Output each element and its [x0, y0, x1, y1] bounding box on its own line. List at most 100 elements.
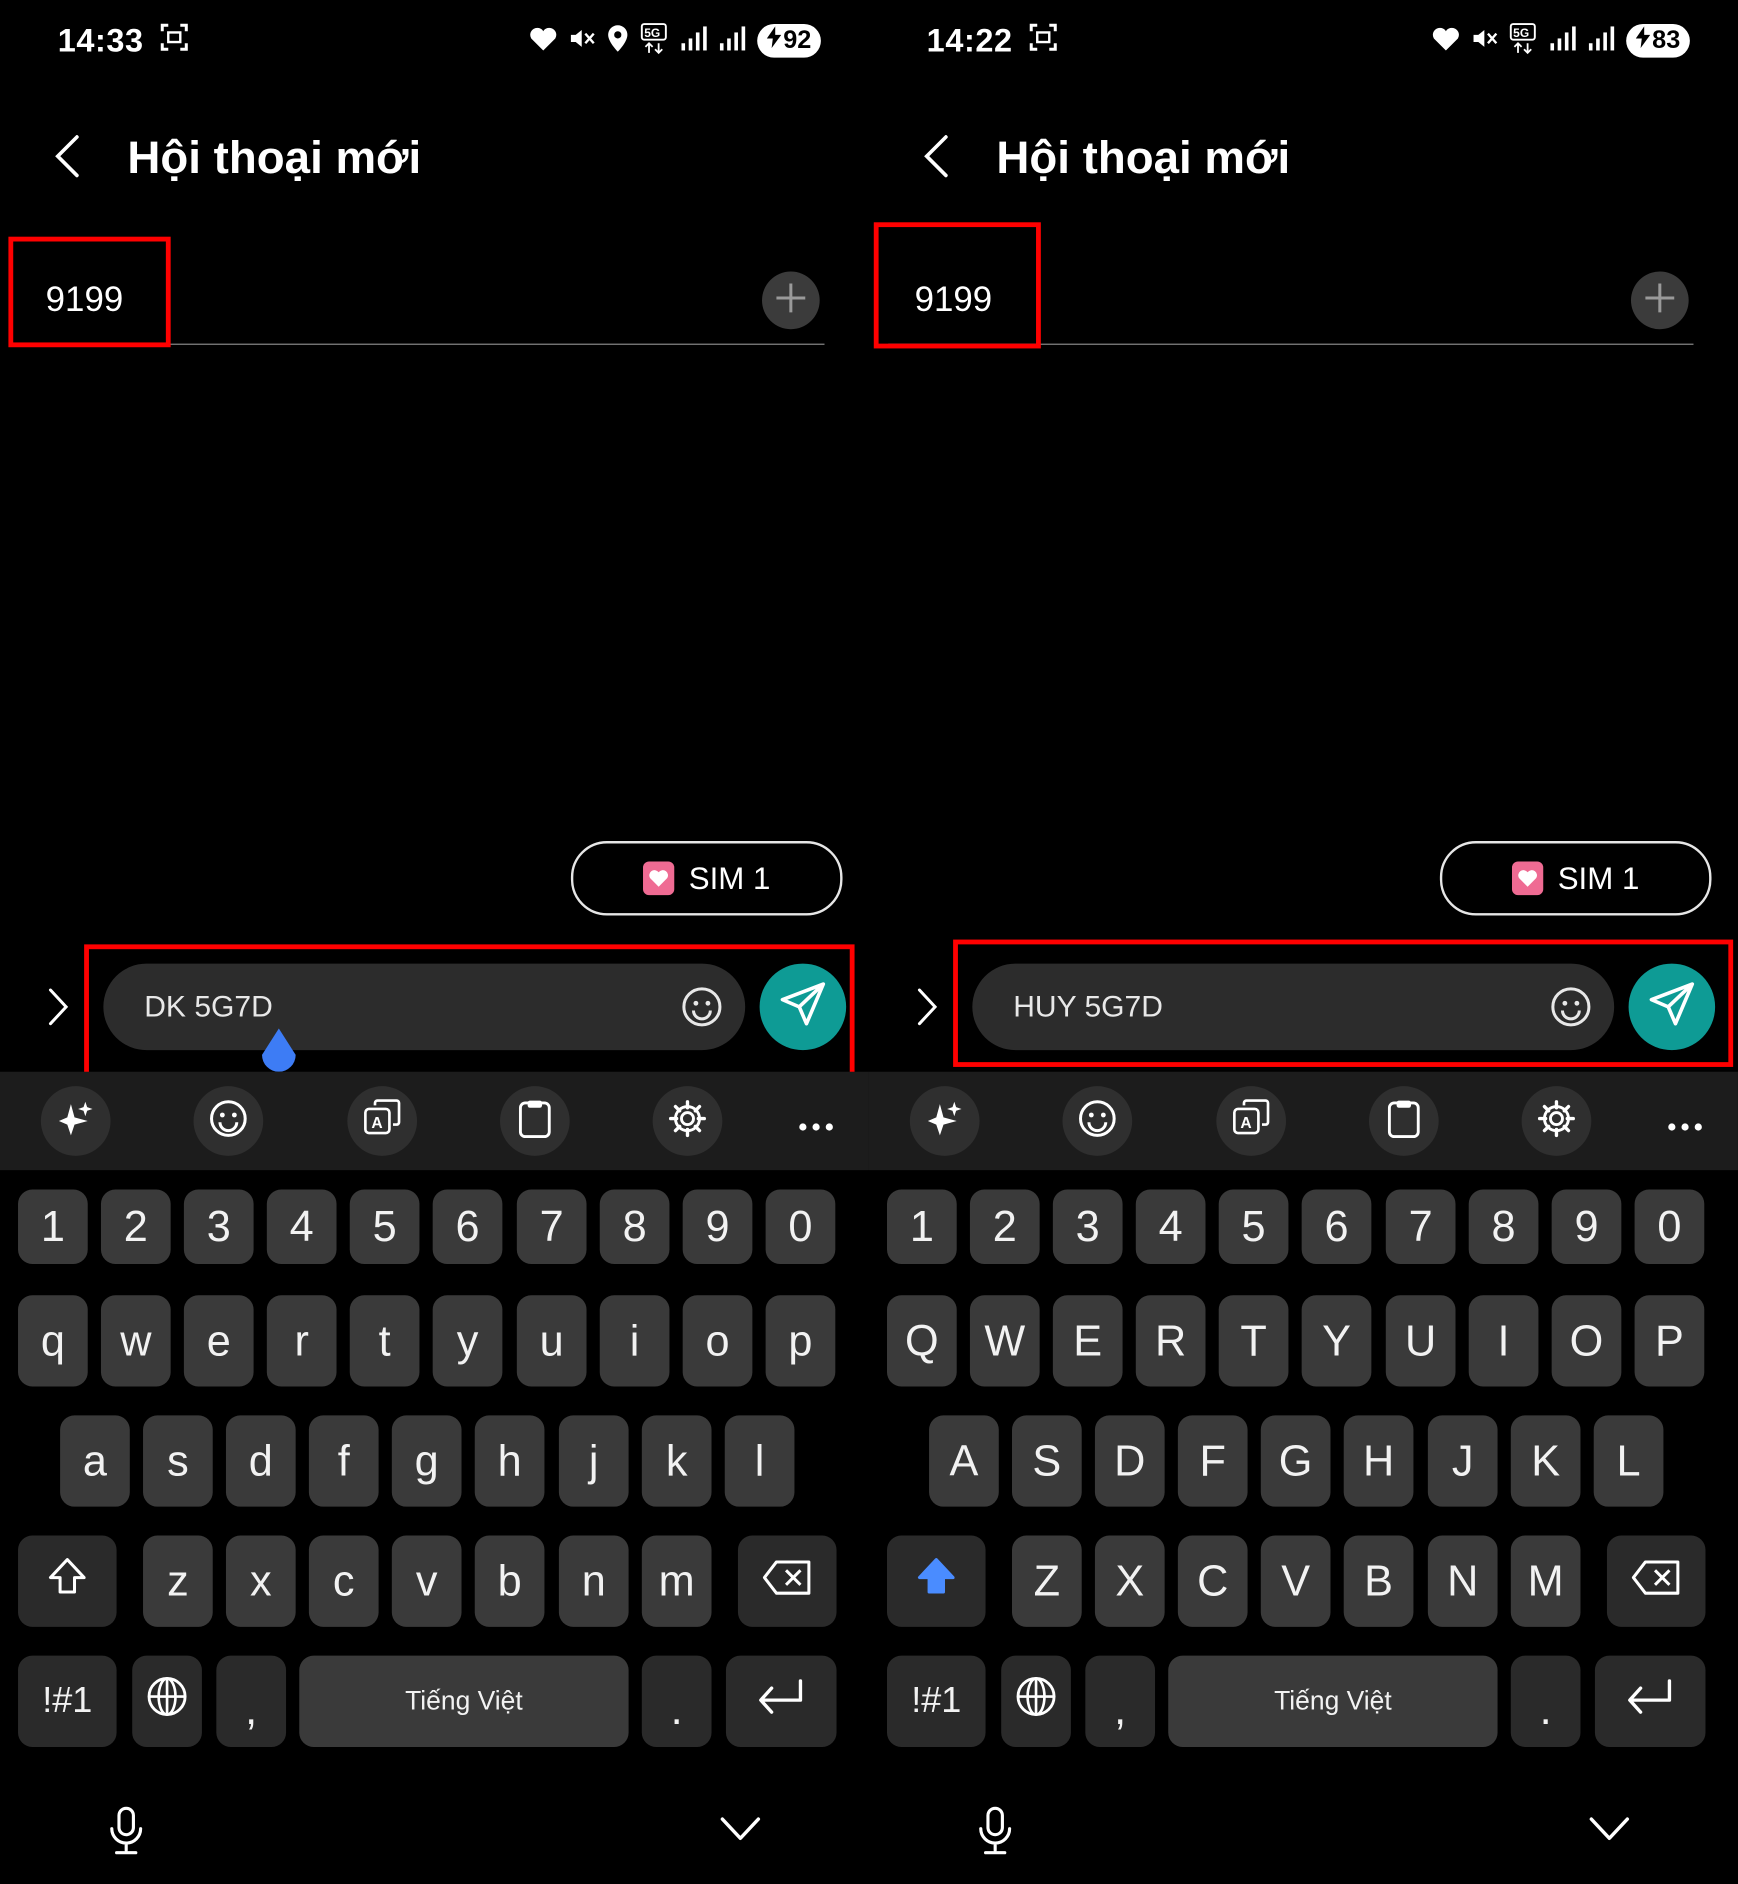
- key-x[interactable]: x: [225, 1535, 296, 1627]
- key-p[interactable]: P: [1634, 1295, 1705, 1387]
- key-a[interactable]: a: [60, 1415, 130, 1507]
- key-k[interactable]: k: [641, 1415, 712, 1507]
- comma-key[interactable]: ,: [1085, 1655, 1156, 1747]
- key-a[interactable]: A: [929, 1415, 999, 1507]
- key-6[interactable]: 6: [432, 1189, 503, 1264]
- key-6[interactable]: 6: [1301, 1189, 1372, 1264]
- key-9[interactable]: 9: [682, 1189, 753, 1264]
- key-b[interactable]: b: [474, 1535, 545, 1627]
- backspace-key[interactable]: [1606, 1535, 1706, 1627]
- key-e[interactable]: e: [183, 1295, 254, 1387]
- language-key[interactable]: [1001, 1655, 1071, 1747]
- key-h[interactable]: h: [474, 1415, 545, 1507]
- back-icon[interactable]: [917, 132, 953, 186]
- key-2[interactable]: 2: [100, 1189, 171, 1264]
- clipboard-button[interactable]: [1368, 1086, 1439, 1156]
- key-j[interactable]: j: [558, 1415, 629, 1507]
- shift-key[interactable]: [887, 1535, 986, 1627]
- expand-icon[interactable]: [43, 983, 72, 1037]
- period-key[interactable]: .: [641, 1655, 712, 1747]
- emoji-toolbar-button[interactable]: [193, 1086, 264, 1156]
- key-3[interactable]: 3: [1052, 1189, 1123, 1264]
- backspace-key[interactable]: [737, 1535, 837, 1627]
- key-9[interactable]: 9: [1551, 1189, 1622, 1264]
- key-n[interactable]: n: [558, 1535, 629, 1627]
- key-y[interactable]: y: [432, 1295, 503, 1387]
- enter-key[interactable]: [725, 1655, 837, 1747]
- mic-icon[interactable]: [975, 1805, 1016, 1864]
- key-0[interactable]: 0: [765, 1189, 836, 1264]
- key-t[interactable]: t: [349, 1295, 420, 1387]
- key-7[interactable]: 7: [1385, 1189, 1456, 1264]
- key-s[interactable]: s: [143, 1415, 213, 1507]
- hide-keyboard-icon[interactable]: [1588, 1814, 1631, 1849]
- key-7[interactable]: 7: [516, 1189, 587, 1264]
- sim-selector-button[interactable]: SIM 1: [570, 841, 843, 916]
- key-8[interactable]: 8: [1468, 1189, 1539, 1264]
- settings-button[interactable]: [652, 1086, 723, 1156]
- key-d[interactable]: D: [1094, 1415, 1165, 1507]
- period-key[interactable]: .: [1510, 1655, 1581, 1747]
- key-z[interactable]: z: [143, 1535, 213, 1627]
- hide-keyboard-icon[interactable]: [719, 1814, 762, 1849]
- key-r[interactable]: r: [266, 1295, 337, 1387]
- shift-key[interactable]: [18, 1535, 117, 1627]
- key-l[interactable]: L: [1593, 1415, 1664, 1507]
- key-o[interactable]: o: [682, 1295, 753, 1387]
- key-f[interactable]: F: [1177, 1415, 1248, 1507]
- key-0[interactable]: 0: [1634, 1189, 1705, 1264]
- key-q[interactable]: Q: [887, 1295, 957, 1387]
- key-e[interactable]: E: [1052, 1295, 1123, 1387]
- key-n[interactable]: N: [1427, 1535, 1498, 1627]
- key-q[interactable]: q: [18, 1295, 88, 1387]
- key-m[interactable]: M: [1510, 1535, 1581, 1627]
- key-v[interactable]: v: [391, 1535, 462, 1627]
- key-4[interactable]: 4: [1135, 1189, 1206, 1264]
- key-x[interactable]: X: [1094, 1535, 1165, 1627]
- key-5[interactable]: 5: [1218, 1189, 1289, 1264]
- key-8[interactable]: 8: [599, 1189, 670, 1264]
- expand-icon[interactable]: [912, 983, 941, 1037]
- key-b[interactable]: B: [1343, 1535, 1414, 1627]
- ai-button[interactable]: [40, 1086, 111, 1156]
- enter-key[interactable]: [1594, 1655, 1706, 1747]
- key-w[interactable]: w: [100, 1295, 171, 1387]
- key-w[interactable]: W: [969, 1295, 1040, 1387]
- language-key[interactable]: [132, 1655, 202, 1747]
- key-s[interactable]: S: [1011, 1415, 1082, 1507]
- sim-selector-button[interactable]: SIM 1: [1439, 841, 1712, 916]
- space-key[interactable]: Tiếng Việt: [1168, 1655, 1498, 1747]
- add-recipient-button[interactable]: [762, 271, 820, 330]
- key-i[interactable]: I: [1468, 1295, 1539, 1387]
- key-k[interactable]: K: [1510, 1415, 1581, 1507]
- comma-key[interactable]: ,: [216, 1655, 287, 1747]
- space-key[interactable]: Tiếng Việt: [299, 1655, 629, 1747]
- back-icon[interactable]: [48, 132, 84, 186]
- more-button[interactable]: [784, 1091, 849, 1151]
- clipboard-button[interactable]: [499, 1086, 570, 1156]
- emoji-toolbar-button[interactable]: [1062, 1086, 1133, 1156]
- key-f[interactable]: f: [308, 1415, 379, 1507]
- key-u[interactable]: u: [516, 1295, 587, 1387]
- key-l[interactable]: l: [724, 1415, 795, 1507]
- key-g[interactable]: G: [1260, 1415, 1331, 1507]
- key-c[interactable]: C: [1177, 1535, 1248, 1627]
- key-g[interactable]: g: [391, 1415, 462, 1507]
- key-y[interactable]: Y: [1301, 1295, 1372, 1387]
- key-5[interactable]: 5: [349, 1189, 420, 1264]
- key-r[interactable]: R: [1135, 1295, 1206, 1387]
- key-t[interactable]: T: [1218, 1295, 1289, 1387]
- key-d[interactable]: d: [225, 1415, 296, 1507]
- settings-button[interactable]: [1521, 1086, 1592, 1156]
- key-1[interactable]: 1: [887, 1189, 957, 1264]
- key-j[interactable]: J: [1427, 1415, 1498, 1507]
- symbols-key[interactable]: !#1: [887, 1655, 986, 1747]
- add-recipient-button[interactable]: [1630, 271, 1689, 330]
- more-button[interactable]: [1653, 1091, 1718, 1151]
- key-4[interactable]: 4: [266, 1189, 337, 1264]
- key-o[interactable]: O: [1551, 1295, 1622, 1387]
- key-2[interactable]: 2: [969, 1189, 1040, 1264]
- key-1[interactable]: 1: [18, 1189, 88, 1264]
- key-3[interactable]: 3: [183, 1189, 254, 1264]
- mic-icon[interactable]: [106, 1805, 147, 1864]
